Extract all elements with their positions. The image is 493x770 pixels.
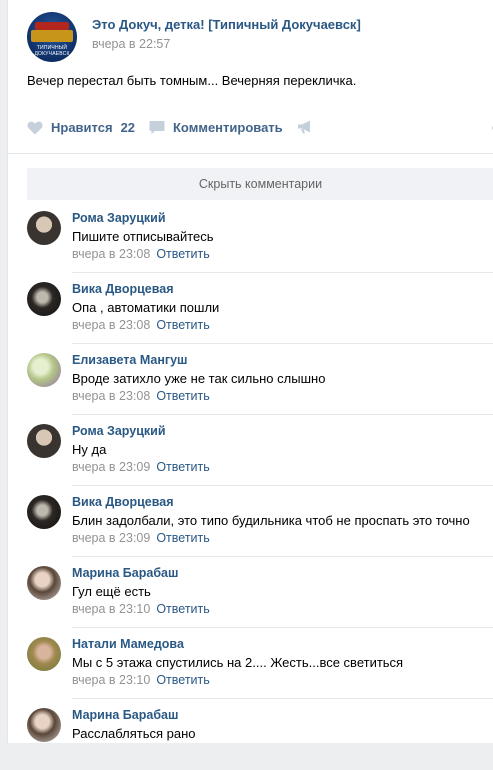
comment-author[interactable]: Вика Дворцевая [72, 282, 174, 296]
comment-text: Блин задолбали, это типо будильника чтоб… [72, 513, 470, 528]
comment-meta: вчера в 23:09 Ответить [72, 531, 210, 545]
post-card: ТИПИЧНЫЙ ДОКУЧАЕВСК Это Докуч, детка! [Т… [7, 0, 493, 743]
like-count: 22 [120, 120, 136, 135]
share-button[interactable] [297, 120, 322, 134]
comment-time[interactable]: вчера в 23:08 [72, 318, 150, 332]
comment-icon [149, 121, 165, 134]
comment-text: Пишите отписывайтесь [72, 229, 214, 244]
avatar[interactable] [27, 353, 61, 387]
avatar[interactable] [27, 282, 61, 316]
heart-icon [27, 121, 43, 134]
comment-time[interactable]: вчера в 23:08 [72, 389, 150, 403]
comment-label: Комментировать [173, 120, 283, 135]
comment-item: Марина Барабаш Расслабляться рано [27, 699, 493, 770]
comment-item: Натали Мамедова Мы с 5 этажа спустились … [27, 628, 493, 699]
comment-text: Мы с 5 этажа спустились на 2.... Жесть..… [72, 655, 404, 670]
comment-item: Вика Дворцевая Опа , автоматики пошли вч… [27, 273, 493, 344]
comment-item: Марина Барабаш Гул ещё есть вчера в 23:1… [27, 557, 493, 628]
comment-meta: вчера в 23:09 Ответить [72, 460, 210, 474]
comment-time[interactable]: вчера в 23:09 [72, 531, 150, 545]
comment-meta: вчера в 23:10 Ответить [72, 602, 210, 616]
reply-button[interactable]: Ответить [156, 531, 209, 545]
comment-text: Ну да [72, 442, 107, 457]
comment-time[interactable]: вчера в 23:10 [72, 602, 150, 616]
avatar[interactable] [27, 211, 61, 245]
avatar[interactable] [27, 566, 61, 600]
comment-item: Рома Заруцкий Пишите отписывайтесь вчера… [27, 202, 493, 273]
comment-meta: вчера в 23:08 Ответить [72, 318, 210, 332]
divider [8, 153, 493, 154]
comment-text: Расслабляться рано [72, 726, 196, 741]
like-label: Нравится [51, 120, 113, 135]
comment-time[interactable]: вчера в 23:08 [72, 247, 150, 261]
group-name-link[interactable]: Это Докуч, детка! [Типичный Докучаевск] [92, 17, 361, 32]
comment-author[interactable]: Марина Барабаш [72, 566, 178, 580]
comment-author[interactable]: Рома Заруцкий [72, 211, 166, 225]
post-time[interactable]: вчера в 22:57 [92, 37, 170, 51]
comment-meta: вчера в 23:10 Ответить [72, 673, 210, 687]
group-avatar-caption: ТИПИЧНЫЙ ДОКУЧАЕВСК [34, 45, 70, 57]
megaphone-icon [298, 120, 310, 134]
post-actions: Нравится 22 Комментировать [27, 120, 493, 138]
reply-button[interactable]: Ответить [156, 247, 209, 261]
reply-button[interactable]: Ответить [156, 460, 209, 474]
comment-meta: вчера в 23:08 Ответить [72, 247, 210, 261]
reply-button[interactable]: Ответить [156, 318, 209, 332]
comment-list: Рома Заруцкий Пишите отписывайтесь вчера… [27, 202, 493, 770]
comment-author[interactable]: Вика Дворцевая [72, 495, 174, 509]
avatar[interactable] [27, 637, 61, 671]
comment-author[interactable]: Рома Заруцкий [72, 424, 166, 438]
comment-author[interactable]: Елизавета Мангуш [72, 353, 187, 367]
comment-text: Вроде затихло уже не так сильно слышно [72, 371, 326, 386]
avatar[interactable] [27, 708, 61, 742]
post-text: Вечер перестал быть томным... Вечерняя п… [27, 73, 357, 88]
avatar[interactable] [27, 495, 61, 529]
comment-item: Вика Дворцевая Блин задолбали, это типо … [27, 486, 493, 557]
reply-button[interactable]: Ответить [156, 673, 209, 687]
reply-button[interactable]: Ответить [156, 389, 209, 403]
comment-author[interactable]: Натали Мамедова [72, 637, 184, 651]
comment-time[interactable]: вчера в 23:09 [72, 460, 150, 474]
comment-button[interactable]: Комментировать [149, 120, 283, 135]
reply-button[interactable]: Ответить [156, 602, 209, 616]
comment-text: Гул ещё есть [72, 584, 151, 599]
comment-item: Елизавета Мангуш Вроде затихло уже не та… [27, 344, 493, 415]
group-avatar[interactable]: ТИПИЧНЫЙ ДОКУЧАЕВСК [27, 12, 77, 62]
comment-meta: вчера в 23:08 Ответить [72, 389, 210, 403]
hide-comments-button[interactable]: Скрыть комментарии [27, 168, 493, 200]
comment-author[interactable]: Марина Барабаш [72, 708, 178, 722]
comment-text: Опа , автоматики пошли [72, 300, 220, 315]
comment-time[interactable]: вчера в 23:10 [72, 673, 150, 687]
comment-item: Рома Заруцкий Ну да вчера в 23:09 Ответит… [27, 415, 493, 486]
avatar[interactable] [27, 424, 61, 458]
like-button[interactable]: Нравится 22 [27, 120, 135, 135]
